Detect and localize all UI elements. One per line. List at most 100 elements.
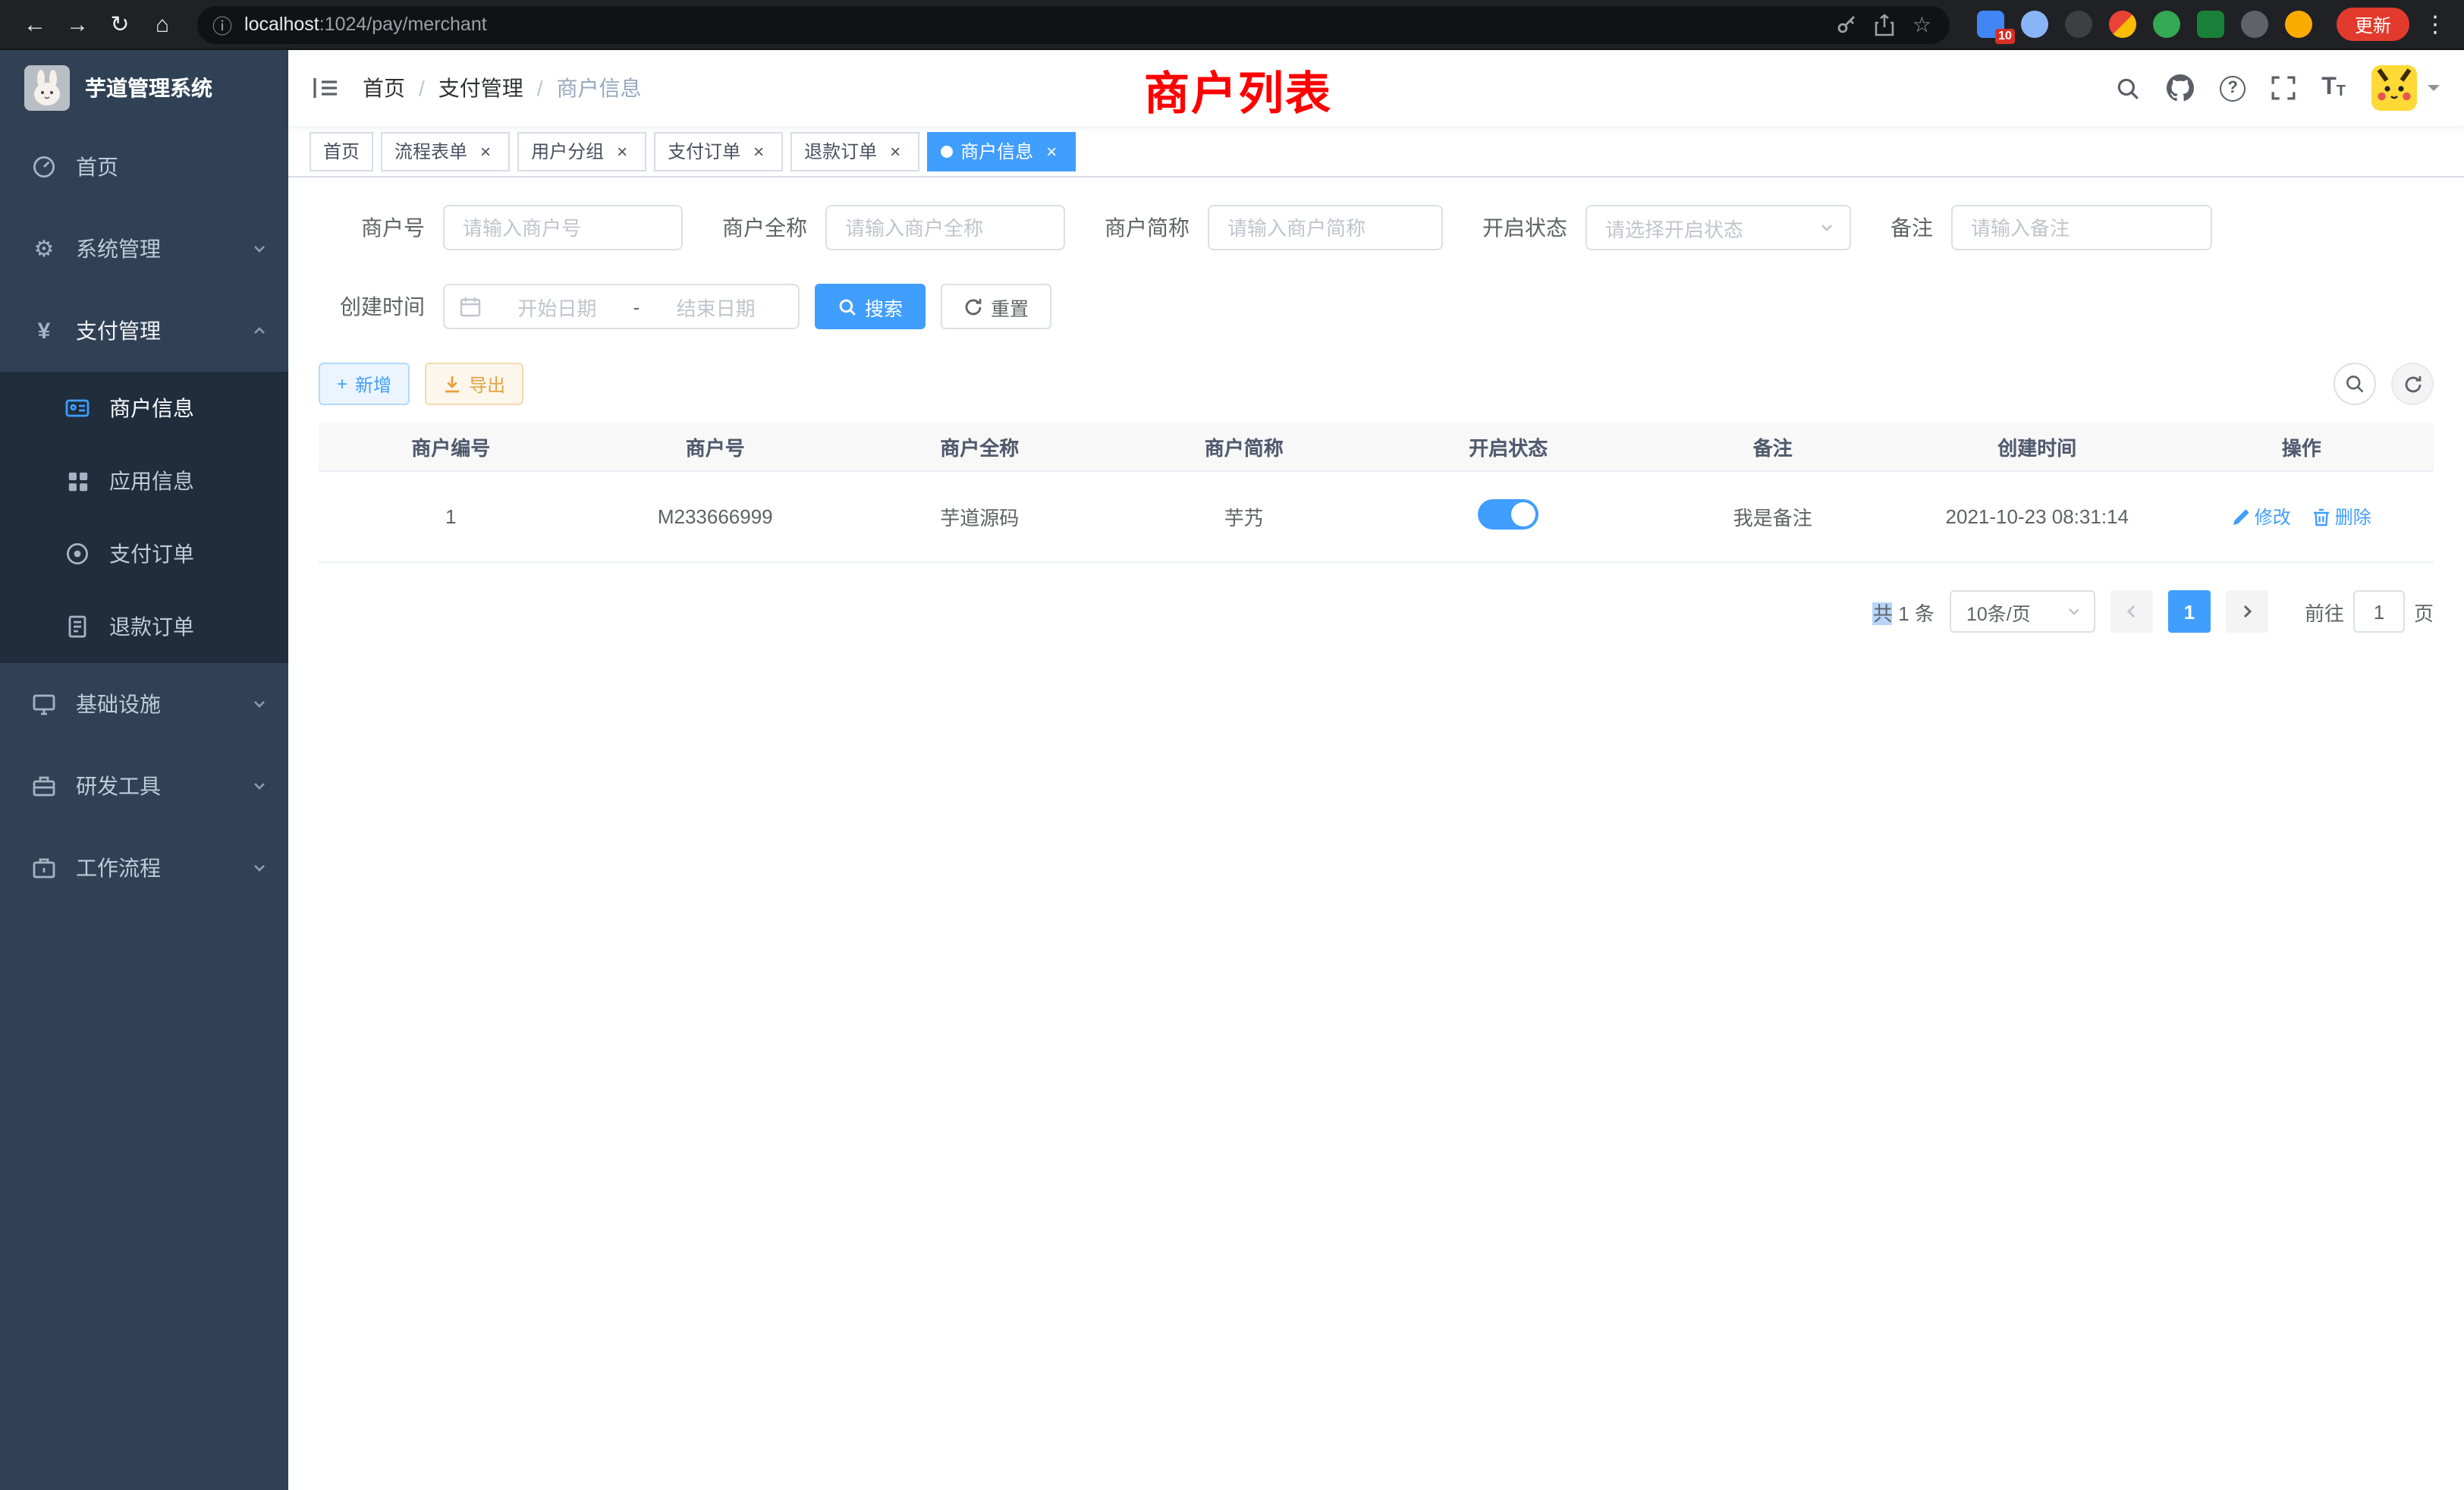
extension-badge: 10: [1995, 29, 2015, 44]
address-bar[interactable]: ⓘ localhost:1024/pay/merchant ☆: [197, 5, 1950, 43]
search-icon[interactable]: [2115, 75, 2141, 101]
filter-remark: 备注: [1890, 205, 2212, 250]
merchant-short-input[interactable]: [1208, 205, 1443, 250]
user-menu[interactable]: [2371, 65, 2440, 111]
font-size-icon[interactable]: TT: [2321, 76, 2346, 100]
extension-icon-5[interactable]: [2153, 11, 2180, 38]
extension-icon-1[interactable]: 10: [1977, 11, 2004, 38]
top-navbar: 首页 / 支付管理 / 商户信息 ? TT: [288, 50, 2464, 126]
password-key-icon[interactable]: [1837, 14, 1858, 35]
browser-profile-avatar[interactable]: [2285, 11, 2312, 38]
status-select[interactable]: 请选择开启状态: [1586, 205, 1851, 250]
reset-button[interactable]: 重置: [941, 284, 1051, 329]
bookmark-star-icon[interactable]: ☆: [1912, 11, 1931, 37]
home-icon[interactable]: ⌂: [143, 5, 182, 44]
merchant-card-icon: [64, 396, 91, 420]
extension-icon-3[interactable]: [2065, 11, 2092, 38]
breadcrumb-separator: /: [419, 76, 425, 100]
table-tools: [2334, 363, 2434, 405]
search-button[interactable]: 搜索: [815, 284, 926, 329]
browser-update-button[interactable]: 更新: [2337, 8, 2409, 41]
col-header: 操作: [2170, 432, 2434, 461]
cell-merchant-id: 1: [319, 505, 583, 528]
github-icon[interactable]: [2167, 74, 2194, 102]
start-date-placeholder[interactable]: 开始日期: [490, 292, 624, 321]
payment-submenu: 商户信息 应用信息 支付订单 退款订单: [0, 372, 288, 663]
close-icon[interactable]: ×: [885, 140, 906, 162]
prev-page-button[interactable]: [2110, 590, 2153, 633]
sidebar-item-devtools[interactable]: 研发工具: [0, 745, 288, 827]
tab-refund-order[interactable]: 退款订单×: [790, 131, 919, 171]
close-icon[interactable]: ×: [611, 140, 633, 162]
sidebar-item-label: 退款订单: [109, 611, 194, 642]
tab-merchant-info[interactable]: 商户信息×: [927, 131, 1076, 171]
edit-link[interactable]: 修改: [2232, 504, 2291, 530]
add-button[interactable]: + 新增: [319, 363, 410, 405]
caret-down-icon: [2428, 85, 2440, 97]
merchant-no-input[interactable]: [443, 205, 683, 250]
sidebar-item-workflow[interactable]: 工作流程: [0, 827, 288, 909]
merchant-name-input[interactable]: [825, 205, 1065, 250]
screen: ← → ↻ ⌂ ⓘ localhost:1024/pay/merchant ☆ …: [0, 0, 2464, 1490]
sidebar-item-label: 支付订单: [109, 539, 194, 569]
user-avatar[interactable]: [2371, 65, 2417, 111]
sidebar: 芋道管理系统 首页 ⚙ 系统管理 ¥ 支付管理: [0, 50, 288, 1490]
delete-link[interactable]: 删除: [2312, 504, 2371, 530]
extension-icon-7[interactable]: [2241, 11, 2268, 38]
share-icon[interactable]: [1875, 13, 1896, 36]
sidebar-item-infra[interactable]: 基础设施: [0, 663, 288, 745]
next-page-button[interactable]: [2226, 590, 2268, 633]
tab-pay-order[interactable]: 支付订单×: [654, 131, 783, 171]
breadcrumb-section[interactable]: 支付管理: [438, 73, 523, 103]
date-range-picker[interactable]: 开始日期 - 结束日期: [443, 284, 800, 329]
hamburger-icon[interactable]: [313, 76, 338, 100]
table-toolbar: + 新增 导出: [319, 363, 2434, 405]
sidebar-item-label: 应用信息: [109, 466, 194, 496]
sidebar-item-payment[interactable]: ¥ 支付管理: [0, 290, 288, 372]
sidebar-item-pay-order[interactable]: 支付订单: [0, 517, 288, 590]
refresh-table-button[interactable]: [2391, 363, 2434, 405]
sidebar-item-merchant-info[interactable]: 商户信息: [0, 372, 288, 445]
close-icon[interactable]: ×: [1041, 140, 1062, 162]
pagination-goto: 前往 页: [2305, 590, 2434, 633]
reload-icon[interactable]: ↻: [100, 5, 140, 44]
sidebar-item-home[interactable]: 首页: [0, 126, 288, 208]
status-toggle[interactable]: [1478, 499, 1538, 530]
sidebar-item-app-info[interactable]: 应用信息: [0, 445, 288, 517]
page-number-button[interactable]: 1: [2168, 590, 2211, 633]
forward-icon[interactable]: →: [58, 5, 97, 44]
tab-home[interactable]: 首页: [310, 131, 373, 171]
col-header: 商户编号: [319, 432, 583, 461]
page-size-select[interactable]: 10条/页: [1950, 590, 2095, 633]
extension-icon-4[interactable]: [2109, 11, 2136, 38]
breadcrumb: 首页 / 支付管理 / 商户信息: [363, 73, 642, 103]
breadcrumb-separator: /: [537, 76, 543, 100]
tab-user-group[interactable]: 用户分组×: [517, 131, 646, 171]
goto-page-input[interactable]: [2353, 590, 2405, 633]
fullscreen-icon[interactable]: [2271, 76, 2296, 100]
date-separator: -: [633, 295, 640, 318]
help-icon[interactable]: ?: [2220, 75, 2246, 101]
sidebar-item-refund-order[interactable]: 退款订单: [0, 590, 288, 663]
close-icon[interactable]: ×: [475, 140, 496, 162]
extension-icon-6[interactable]: [2197, 11, 2224, 38]
calendar-icon: [460, 296, 481, 317]
chevron-down-icon: [252, 860, 267, 875]
extension-icon-2[interactable]: [2021, 11, 2048, 38]
export-button[interactable]: 导出: [425, 363, 523, 405]
back-icon[interactable]: ←: [15, 5, 55, 44]
site-info-icon[interactable]: ⓘ: [212, 10, 232, 39]
browser-menu-icon[interactable]: ⋮: [2422, 11, 2449, 38]
cell-merchant-no: M233666999: [583, 505, 848, 528]
toggle-search-button[interactable]: [2334, 363, 2376, 405]
remark-input[interactable]: [1951, 205, 2212, 250]
tab-process-form[interactable]: 流程表单×: [381, 131, 510, 171]
end-date-placeholder[interactable]: 结束日期: [649, 292, 783, 321]
dashboard-icon: [30, 155, 58, 179]
workspace: 芋道管理系统 首页 ⚙ 系统管理 ¥ 支付管理: [0, 50, 2464, 1490]
chevron-down-icon: [2066, 604, 2082, 619]
sidebar-item-system[interactable]: ⚙ 系统管理: [0, 208, 288, 290]
breadcrumb-home[interactable]: 首页: [363, 73, 405, 103]
close-icon[interactable]: ×: [748, 140, 769, 162]
table-header: 商户编号 商户号 商户全称 商户简称 开启状态 备注 创建时间 操作: [319, 423, 2434, 472]
